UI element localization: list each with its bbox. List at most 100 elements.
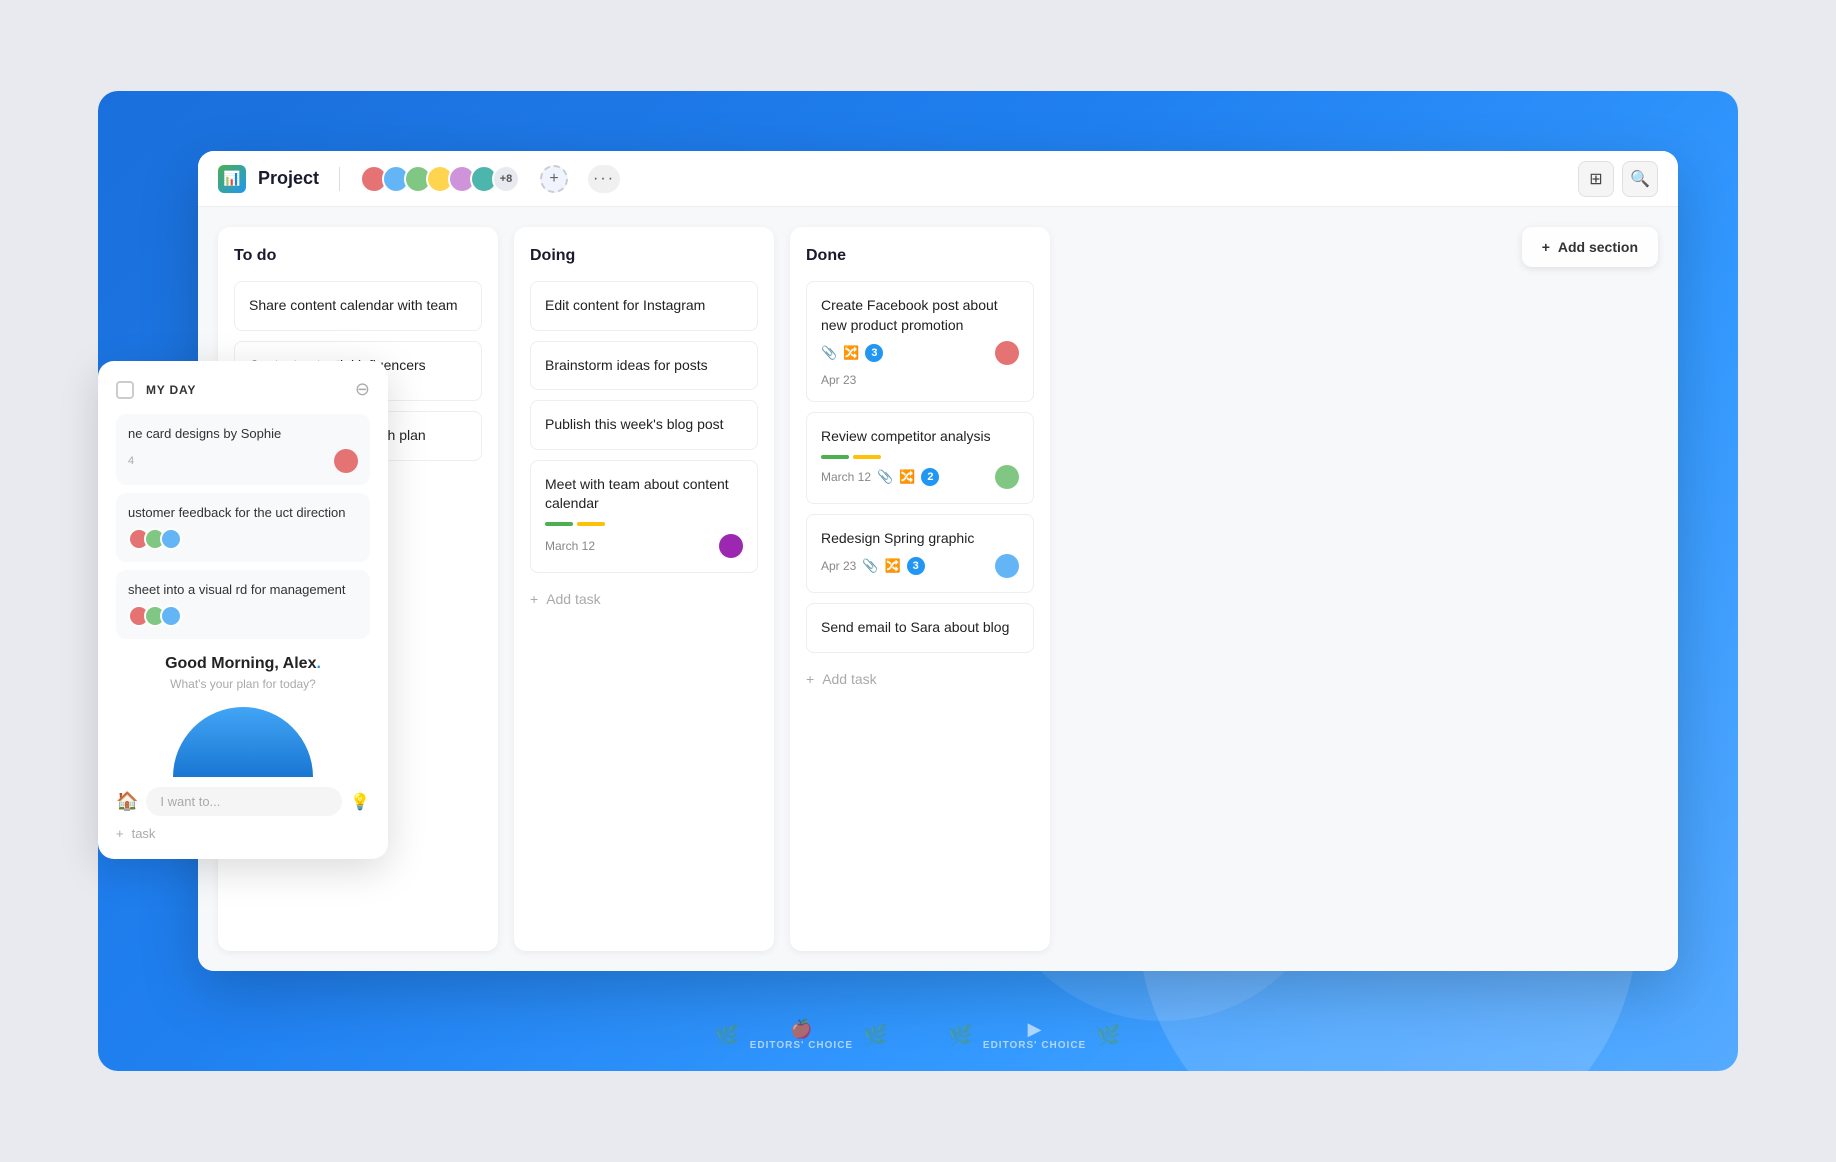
task-icons: 📎 🔀 3 xyxy=(821,341,1019,365)
attachment-icon: 📎 xyxy=(862,558,878,574)
home-icon[interactable]: 🏠 xyxy=(116,791,138,812)
badge-text-1: EDITORS' CHOICE xyxy=(750,1040,853,1051)
leaf-icon-right: 🌿 xyxy=(863,1023,888,1048)
leaf-icon-left: 🌿 xyxy=(715,1023,740,1048)
add-icon: + xyxy=(116,826,124,841)
task-assignee-avatar xyxy=(995,554,1019,578)
branch-icon: 🔀 xyxy=(885,558,901,574)
app-window: 📊 Project +8 + ··· ⊞ 🔍 xyxy=(198,151,1678,971)
task-title: Meet with team about content calendar xyxy=(545,476,729,512)
greeting-text: Good Morning, Alex. xyxy=(116,655,370,673)
progress-bar-yellow xyxy=(853,455,881,459)
header-divider xyxy=(339,167,340,191)
my-day-task-meta: 4 xyxy=(128,449,358,473)
add-section-label: Add section xyxy=(1558,239,1638,255)
progress-bar-yellow xyxy=(577,522,605,526)
add-icon: + xyxy=(806,671,814,687)
badge-label-1: 🍎 EDITORS' CHOICE xyxy=(750,1019,853,1051)
task-date: Apr 23 xyxy=(821,373,856,387)
task-assignee-avatar xyxy=(995,465,1019,489)
task-date: Apr 23 xyxy=(821,559,856,573)
task-card[interactable]: Meet with team about content calendar Ma… xyxy=(530,460,758,573)
my-day-task[interactable]: ne card designs by Sophie 4 xyxy=(116,414,370,485)
my-day-task-title: sheet into a visual rd for management xyxy=(128,582,358,597)
header-left: 📊 Project +8 + ··· xyxy=(218,165,1578,193)
task-card[interactable]: Share content calendar with team xyxy=(234,281,482,331)
add-task-row: + task xyxy=(116,826,370,841)
semicircle-graphic xyxy=(173,707,313,777)
todo-column-title: To do xyxy=(234,247,482,265)
add-member-button[interactable]: + xyxy=(540,165,568,193)
task-title: Publish this week's blog post xyxy=(545,416,724,432)
done-column: Done Create Facebook post about new prod… xyxy=(790,227,1050,951)
comment-badge: 3 xyxy=(907,557,925,575)
my-day-avatars xyxy=(128,605,182,627)
avatar-count: +8 xyxy=(492,165,520,193)
task-title: Share content calendar with team xyxy=(249,297,458,313)
layout-icon-button[interactable]: ⊞ xyxy=(1578,161,1614,197)
task-title: Edit content for Instagram xyxy=(545,297,705,313)
my-day-task-meta xyxy=(128,528,358,550)
more-options-button[interactable]: ··· xyxy=(588,165,620,193)
my-day-task-date: 4 xyxy=(128,455,134,467)
my-day-checkbox[interactable] xyxy=(116,381,134,399)
leaf-icon-left: 🌿 xyxy=(948,1023,973,1048)
greeting-section: Good Morning, Alex. What's your plan for… xyxy=(116,655,370,699)
my-day-task[interactable]: sheet into a visual rd for management xyxy=(116,570,370,639)
task-assignee-avatar xyxy=(995,341,1019,365)
project-title: Project xyxy=(258,168,319,189)
bottom-search-bar: 🏠 I want to... 💡 xyxy=(116,787,370,816)
greeting-dot: . xyxy=(316,655,320,672)
task-title: Create Facebook post about new product p… xyxy=(821,297,998,333)
search-icon-button[interactable]: 🔍 xyxy=(1622,161,1658,197)
task-card[interactable]: Redesign Spring graphic Apr 23 📎 🔀 3 xyxy=(806,514,1034,594)
lightbulb-icon[interactable]: 💡 xyxy=(350,792,370,812)
my-day-bottom: 🏠 I want to... 💡 + task xyxy=(116,707,370,841)
my-day-task-meta xyxy=(128,605,358,627)
play-icon: ▶ xyxy=(983,1019,1086,1040)
comment-badge: 3 xyxy=(865,344,883,362)
task-card[interactable]: Brainstorm ideas for posts xyxy=(530,341,758,391)
greeting-sub: What's your plan for today? xyxy=(116,677,370,691)
done-column-title: Done xyxy=(806,247,1034,265)
task-title: Send email to Sara about blog xyxy=(821,619,1009,635)
attachment-icon: 📎 xyxy=(877,469,893,485)
add-icon: + xyxy=(530,591,538,607)
avatar xyxy=(160,605,182,627)
bottom-bar: 🌿 🍎 EDITORS' CHOICE 🌿 🌿 ▶ EDITORS' CHOIC… xyxy=(715,1019,1121,1051)
task-assignee-avatar xyxy=(719,534,743,558)
task-card[interactable]: Review competitor analysis March 12 📎 🔀 … xyxy=(806,412,1034,504)
my-day-task-title: ne card designs by Sophie xyxy=(128,426,358,441)
add-task-button[interactable]: + Add task xyxy=(806,663,1034,695)
my-day-task[interactable]: ustomer feedback for the uct direction xyxy=(116,493,370,562)
add-task-label: task xyxy=(132,826,156,841)
add-section-button[interactable]: + Add section xyxy=(1522,227,1658,267)
my-day-header: MY DAY ⊖ xyxy=(116,379,370,400)
branch-icon: 🔀 xyxy=(899,469,915,485)
apple-icon: 🍎 xyxy=(750,1019,853,1040)
task-date: March 12 xyxy=(545,539,595,553)
my-day-panel: MY DAY ⊖ ne card designs by Sophie 4 ust… xyxy=(98,361,388,859)
add-task-button[interactable]: + Add task xyxy=(530,583,758,615)
task-card[interactable]: Publish this week's blog post xyxy=(530,400,758,450)
task-icons: March 12 📎 🔀 2 xyxy=(821,465,1019,489)
task-card[interactable]: Edit content for Instagram xyxy=(530,281,758,331)
app-header: 📊 Project +8 + ··· ⊞ 🔍 xyxy=(198,151,1678,207)
editors-choice-badge-2: 🌿 ▶ EDITORS' CHOICE 🌿 xyxy=(948,1019,1121,1051)
comment-badge: 2 xyxy=(921,468,939,486)
task-icons: Apr 23 📎 🔀 3 xyxy=(821,554,1019,578)
progress-bars xyxy=(545,522,743,526)
task-date: March 12 xyxy=(821,470,871,484)
task-meta: Apr 23 xyxy=(821,373,1019,387)
my-day-close-icon[interactable]: ⊖ xyxy=(355,379,370,400)
task-card[interactable]: Send email to Sara about blog xyxy=(806,603,1034,653)
task-card[interactable]: Create Facebook post about new product p… xyxy=(806,281,1034,402)
progress-bar-green xyxy=(821,455,849,459)
my-day-title: MY DAY xyxy=(146,383,355,397)
task-title: Review competitor analysis xyxy=(821,428,991,444)
search-input-small[interactable]: I want to... xyxy=(146,787,342,816)
my-day-avatars xyxy=(128,528,182,550)
editors-choice-badge-1: 🌿 🍎 EDITORS' CHOICE 🌿 xyxy=(715,1019,888,1051)
header-right: ⊞ 🔍 xyxy=(1578,161,1658,197)
attachment-icon: 📎 xyxy=(821,345,837,361)
